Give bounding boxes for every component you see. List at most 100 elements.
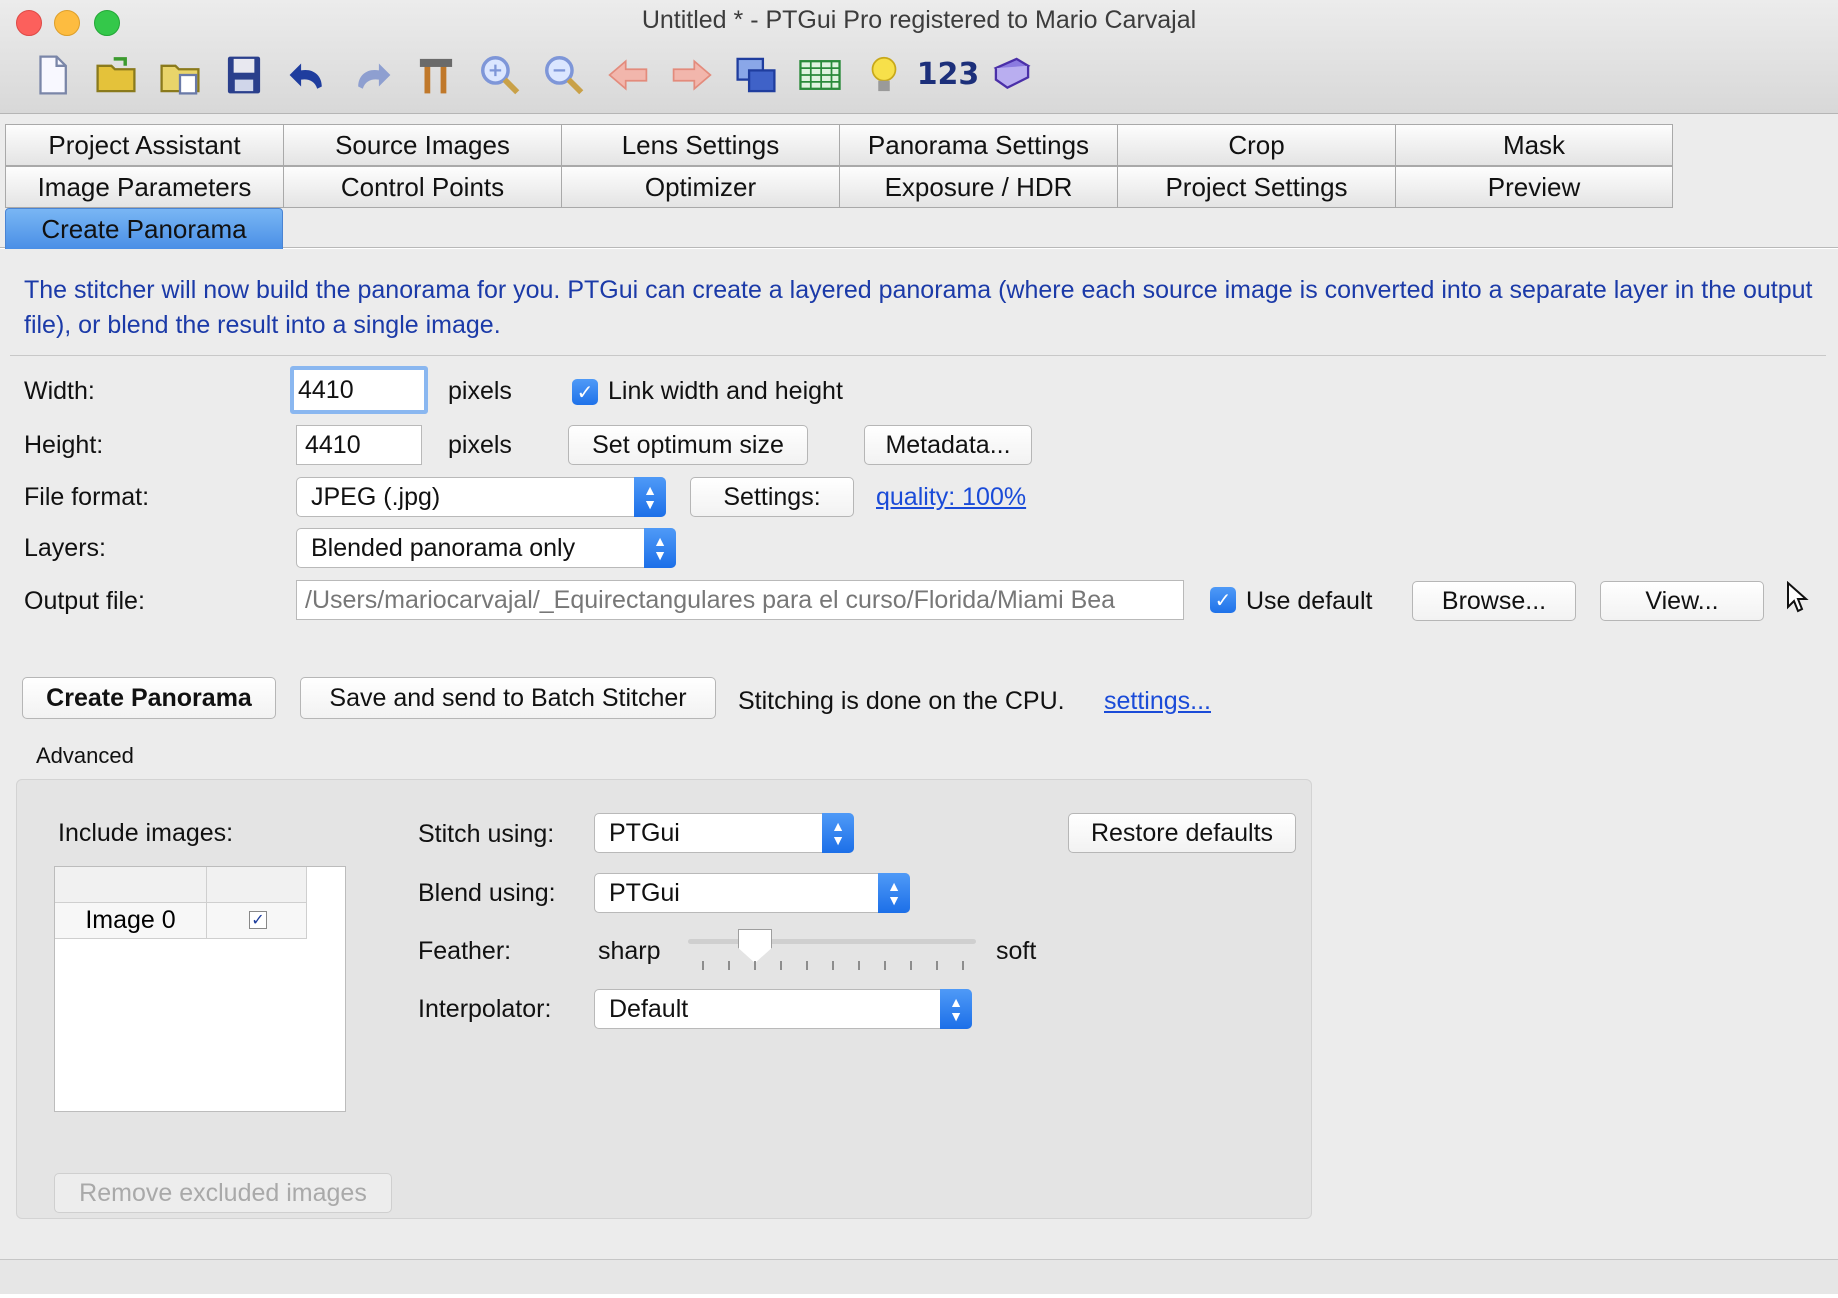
metadata-button[interactable]: Metadata...: [864, 425, 1032, 465]
image-name: Image 0: [85, 906, 176, 934]
title-bar: Untitled * - PTGui Pro registered to Mar…: [0, 0, 1838, 114]
tab-create-panorama[interactable]: Create Panorama: [5, 208, 283, 250]
stitching-status-text: Stitching is done on the CPU.: [738, 687, 1065, 715]
advanced-title: Advanced: [36, 743, 134, 768]
stitch-using-select[interactable]: PTGui ▲ ▼: [594, 813, 854, 853]
interpolator-select[interactable]: Default ▲ ▼: [594, 989, 972, 1029]
stitch-using-value: PTGui: [609, 818, 680, 847]
slider-tick: [754, 961, 756, 970]
lightbulb-icon[interactable]: [852, 48, 916, 102]
quality-link[interactable]: quality: 100%: [876, 483, 1026, 512]
ptgui-window: Untitled * - PTGui Pro registered to Mar…: [0, 0, 1838, 1298]
use-default-label: Use default: [1246, 587, 1373, 615]
height-label: Height:: [24, 431, 104, 459]
slider-tick: [806, 961, 808, 970]
divider: [10, 355, 1826, 356]
width-unit: pixels: [448, 377, 512, 405]
slider-tick: [858, 961, 860, 970]
view-button[interactable]: View...: [1600, 581, 1764, 621]
interpolator-label: Interpolator:: [418, 995, 552, 1023]
include-image-checkbox[interactable]: ✓: [249, 911, 267, 929]
tab-project-assistant[interactable]: Project Assistant: [5, 124, 283, 166]
width-input[interactable]: 4410: [290, 366, 428, 414]
tab-source-images[interactable]: Source Images: [283, 124, 561, 166]
output-file-label: Output file:: [24, 587, 145, 615]
tab-control-points[interactable]: Control Points: [283, 166, 561, 208]
layers-select[interactable]: Blended panorama only ▲ ▼: [296, 528, 676, 568]
zoom-in-icon[interactable]: [468, 48, 532, 102]
tab-optimizer[interactable]: Optimizer: [561, 166, 839, 208]
tools-icon[interactable]: [404, 48, 468, 102]
arrow-left-icon[interactable]: [596, 48, 660, 102]
tab-project-settings[interactable]: Project Settings: [1117, 166, 1395, 208]
new-file-icon[interactable]: [20, 48, 84, 102]
file-format-label: File format:: [24, 483, 150, 511]
slider-tick: [832, 961, 834, 970]
link-width-height-checkbox[interactable]: ✓: [572, 379, 598, 405]
tab-image-parameters[interactable]: Image Parameters: [5, 166, 283, 208]
feather-min-label: sharp: [598, 937, 661, 965]
create-panorama-panel: The stitcher will now build the panorama…: [0, 249, 1838, 1259]
help-book-icon[interactable]: [980, 48, 1044, 102]
tab-panorama-settings[interactable]: Panorama Settings: [839, 124, 1117, 166]
slider-tick: [936, 961, 938, 970]
slider-tick: [780, 961, 782, 970]
remove-excluded-images-button[interactable]: Remove excluded images: [54, 1173, 392, 1213]
link-width-height-label: Link width and height: [608, 377, 843, 405]
save-icon[interactable]: [212, 48, 276, 102]
numbers-icon[interactable]: 123: [916, 48, 980, 102]
batch-stitcher-button[interactable]: Save and send to Batch Stitcher: [300, 677, 716, 719]
create-panorama-button[interactable]: Create Panorama: [22, 677, 276, 719]
format-settings-button[interactable]: Settings:: [690, 477, 854, 517]
use-default-checkbox[interactable]: ✓: [1210, 587, 1236, 613]
set-optimum-size-button[interactable]: Set optimum size: [568, 425, 808, 465]
height-unit: pixels: [448, 431, 512, 459]
tab-crop[interactable]: Crop: [1117, 124, 1395, 166]
tab-preview[interactable]: Preview: [1395, 166, 1673, 208]
chevron-updown-icon: ▲ ▼: [634, 477, 666, 517]
table-header-include: [207, 867, 307, 903]
zoom-out-icon[interactable]: [532, 48, 596, 102]
chevron-updown-icon: ▲ ▼: [940, 989, 972, 1029]
table-header-name: [55, 867, 207, 903]
tab-bar: Project Assistant Source Images Lens Set…: [0, 114, 1838, 250]
tab-lens-settings[interactable]: Lens Settings: [561, 124, 839, 166]
window-title: Untitled * - PTGui Pro registered to Mar…: [641, 6, 1197, 34]
table-icon[interactable]: [788, 48, 852, 102]
tab-row-1: Project Assistant Source Images Lens Set…: [5, 124, 1673, 166]
height-input[interactable]: 4410: [296, 425, 422, 465]
open-folder-icon[interactable]: [84, 48, 148, 102]
slider-tick: [728, 961, 730, 970]
restore-defaults-button[interactable]: Restore defaults: [1068, 813, 1296, 853]
width-label: Width:: [24, 377, 95, 405]
interpolator-value: Default: [609, 994, 689, 1023]
blend-using-value: PTGui: [609, 878, 680, 907]
tab-mask[interactable]: Mask: [1395, 124, 1673, 166]
blend-using-label: Blend using:: [418, 879, 556, 907]
open-recent-icon[interactable]: [148, 48, 212, 102]
blend-using-select[interactable]: PTGui ▲ ▼: [594, 873, 910, 913]
panorama-editor-icon[interactable]: [724, 48, 788, 102]
chevron-updown-icon: ▲ ▼: [822, 813, 854, 853]
browse-button[interactable]: Browse...: [1412, 581, 1576, 621]
stitch-using-label: Stitch using:: [418, 820, 555, 848]
output-file-input[interactable]: /Users/mariocarvajal/_Equirectangulares …: [296, 580, 1184, 620]
tab-exposure-hdr[interactable]: Exposure / HDR: [839, 166, 1117, 208]
tab-row-2: Image Parameters Control Points Optimize…: [5, 166, 1673, 208]
feather-slider-track[interactable]: [688, 939, 976, 944]
toolbar: 123: [20, 48, 1044, 102]
tab-row-3: Create Panorama: [5, 208, 283, 250]
table-row[interactable]: Image 0: [55, 903, 207, 939]
arrow-right-icon[interactable]: [660, 48, 724, 102]
chevron-updown-icon: ▲ ▼: [644, 528, 676, 568]
file-format-select[interactable]: JPEG (.jpg) ▲ ▼: [296, 477, 666, 517]
include-images-table: Image 0 ✓: [54, 866, 346, 1112]
redo-icon[interactable]: [340, 48, 404, 102]
stitching-settings-link[interactable]: settings...: [1104, 687, 1211, 716]
layers-value: Blended panorama only: [311, 533, 576, 562]
file-format-value: JPEG (.jpg): [311, 482, 441, 511]
slider-tick: [962, 961, 964, 970]
intro-text: The stitcher will now build the panorama…: [24, 276, 1813, 339]
feather-max-label: soft: [996, 937, 1037, 965]
undo-icon[interactable]: [276, 48, 340, 102]
